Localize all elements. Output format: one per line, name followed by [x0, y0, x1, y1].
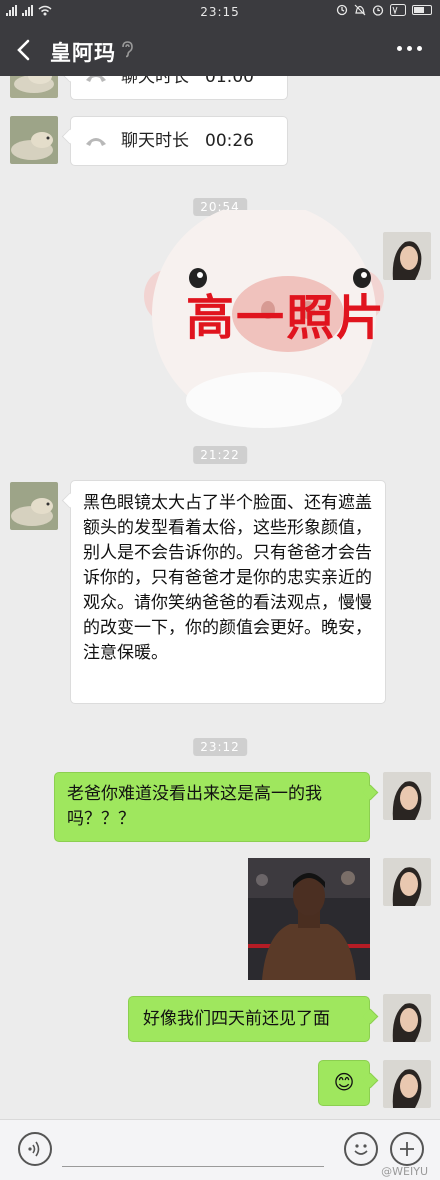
call-label: 聊天时长 [121, 76, 189, 87]
message-text: 好像我们四天前还见了面 [143, 1009, 330, 1029]
alarm-icon [372, 5, 384, 16]
message-text: 老爸你难道没看出来这是高一的我吗？？？ [67, 784, 322, 829]
avatar-me[interactable] [383, 1060, 431, 1108]
wrestler-photo-image [248, 858, 370, 980]
message-text: 黑色眼镜太大占了半个脸面、还有遮盖额头的发型看着太俗，这些形象颜值，别人是不会告… [83, 493, 372, 663]
chat-header: 皇阿玛 [0, 24, 440, 76]
emoji-button[interactable] [344, 1132, 378, 1166]
watermark: @WEIYU [381, 1165, 428, 1178]
avatar-dad[interactable] [10, 76, 58, 98]
battery-icon [412, 5, 432, 15]
call-record-bubble[interactable]: 聊天时长 00:26 [70, 116, 288, 166]
status-right [336, 4, 432, 16]
phone-icon [86, 138, 106, 146]
call-duration: 00:26 [205, 130, 254, 151]
volte-icon [390, 4, 406, 16]
more-functions-button[interactable] [390, 1132, 424, 1166]
chevron-left-icon[interactable] [14, 38, 36, 62]
mute-icon [354, 4, 366, 16]
call-duration: 01:00 [205, 76, 254, 87]
my-text-message[interactable]: 老爸你难道没看出来这是高一的我吗？？？ [54, 772, 370, 842]
call-record-bubble[interactable]: 聊天时长 01:00 [70, 76, 288, 100]
avatar-me[interactable] [383, 858, 431, 906]
timestamp: 21:22 [193, 446, 247, 464]
my-photo-message[interactable] [248, 858, 370, 980]
sync-icon [336, 4, 348, 16]
smile-emoji-icon: 😊 [333, 1070, 355, 1094]
chat-area[interactable]: 聊天时长 01:00 聊天时长 00:26 20:54 高一照片 21:22 黑… [0, 76, 440, 1120]
avatar-me[interactable] [383, 232, 431, 280]
earpiece-icon [122, 41, 133, 58]
timestamp: 23:12 [193, 738, 247, 756]
voice-icon [28, 1141, 40, 1157]
call-label: 聊天时长 [121, 130, 189, 151]
message-input[interactable] [62, 1134, 324, 1167]
status-bar: 23:15 [0, 0, 440, 24]
voice-input-button[interactable] [18, 1132, 52, 1166]
my-emoji-message[interactable]: 😊 [318, 1060, 370, 1106]
avatar-dad[interactable] [10, 482, 58, 530]
avatar-me[interactable] [383, 994, 431, 1042]
avatar-dad[interactable] [10, 116, 58, 164]
my-text-message[interactable]: 好像我们四天前还见了面 [128, 996, 370, 1042]
dad-text-message[interactable]: 黑色眼镜太大占了半个脸面、还有遮盖额头的发型看着太俗，这些形象颜值，别人是不会告… [70, 480, 386, 704]
sticker-message[interactable]: 高一照片 [140, 202, 388, 436]
input-bar: @WEIYU [0, 1119, 440, 1180]
sticker-caption: 高一照片 [186, 290, 387, 346]
plus-icon [400, 1142, 414, 1156]
phone-icon [86, 76, 106, 82]
avatar-me[interactable] [383, 772, 431, 820]
emoji-icon [354, 1144, 368, 1155]
more-dots-icon[interactable] [397, 46, 422, 51]
chat-title: 皇阿玛 [50, 41, 116, 65]
